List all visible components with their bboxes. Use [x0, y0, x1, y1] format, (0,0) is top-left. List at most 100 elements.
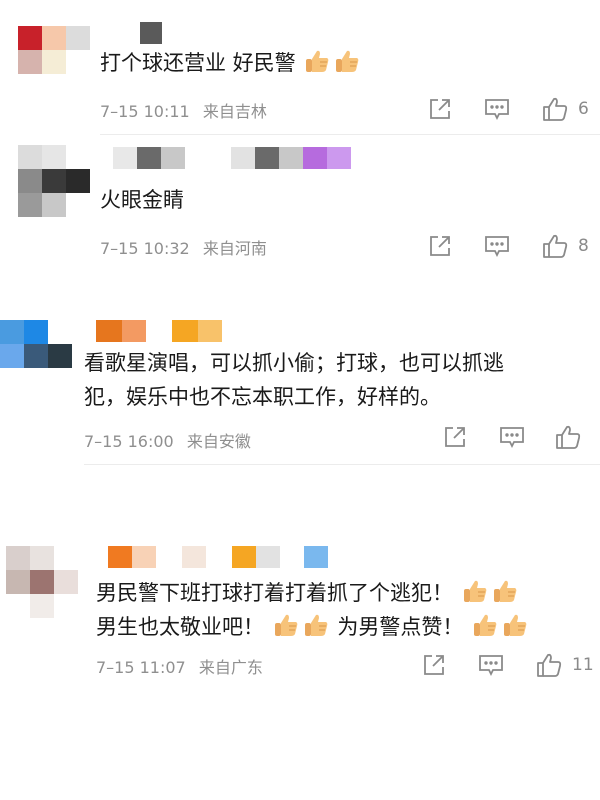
username-mosaic[interactable] — [108, 546, 328, 568]
comment-actions: 11 — [422, 652, 594, 678]
avatar-pixel — [0, 320, 24, 344]
comment-button[interactable] — [484, 234, 510, 258]
name-pixel — [172, 320, 198, 342]
comment-item: 火眼金睛 7–15 10:32 来自河南 8 — [0, 135, 600, 280]
avatar-pixel — [30, 546, 54, 570]
thumbs-up-emoji — [336, 50, 359, 72]
comment-meta: 7–15 10:32 来自河南 — [100, 235, 267, 259]
avatar-pixel — [18, 50, 42, 74]
like-button[interactable]: 8 — [542, 233, 589, 259]
comment-button[interactable] — [484, 97, 510, 121]
share-button[interactable] — [428, 97, 452, 121]
comment-time: 7–15 11:07 — [96, 658, 186, 677]
comment-time: 7–15 10:11 — [100, 102, 190, 121]
thumbs-up-emoji — [306, 50, 329, 72]
avatar-pixel — [18, 145, 42, 169]
thumbs-up-emoji — [463, 580, 487, 602]
avatar-pixel — [6, 594, 30, 618]
comment-meta: 7–15 16:00 来自安徽 — [84, 428, 251, 452]
username-mosaic[interactable] — [140, 22, 162, 44]
avatar-pixel — [30, 570, 54, 594]
name-pixel — [108, 546, 132, 568]
like-count: 11 — [572, 655, 594, 675]
comment-actions: 8 — [428, 233, 589, 259]
like-button[interactable] — [555, 424, 581, 450]
avatar[interactable] — [0, 320, 72, 368]
comment-location: 来自河南 — [202, 239, 267, 258]
name-pixel — [156, 546, 182, 568]
comment-meta: 7–15 11:07 来自广东 — [96, 654, 263, 678]
avatar-pixel — [42, 169, 66, 193]
avatar-pixel — [6, 546, 30, 570]
name-pixel — [137, 147, 161, 169]
share-button[interactable] — [428, 234, 452, 258]
name-pixel — [132, 546, 156, 568]
avatar[interactable] — [18, 145, 90, 217]
comment-actions: 6 — [428, 96, 589, 122]
thumbs-up-emoji — [493, 580, 517, 602]
avatar-pixel — [42, 193, 66, 217]
comment-time: 7–15 16:00 — [84, 432, 174, 451]
name-pixel — [185, 147, 231, 169]
comment-text: 火眼金睛 — [100, 188, 184, 212]
comment-location: 来自广东 — [198, 658, 263, 677]
avatar-pixel — [48, 320, 72, 344]
avatar-pixel — [66, 26, 90, 50]
username-mosaic[interactable] — [113, 147, 351, 169]
comment-icon — [485, 236, 509, 258]
comment-location: 来自吉林 — [202, 102, 267, 121]
thumbs-up-emoji — [504, 614, 527, 636]
comment-time: 7–15 10:32 — [100, 239, 190, 258]
name-pixel — [140, 22, 162, 44]
comment-icon — [479, 655, 503, 677]
share-button[interactable] — [422, 653, 446, 677]
avatar-pixel — [66, 50, 90, 74]
like-count: 6 — [578, 99, 589, 119]
name-pixel — [182, 546, 206, 568]
avatar-pixel — [30, 594, 54, 618]
like-count: 8 — [578, 236, 589, 256]
comment-icon — [500, 427, 524, 449]
name-pixel — [231, 147, 255, 169]
comment-button[interactable] — [499, 425, 525, 449]
name-pixel — [303, 147, 327, 169]
comment-button[interactable] — [478, 653, 504, 677]
name-pixel — [255, 147, 279, 169]
avatar-pixel — [48, 344, 72, 368]
thumbs-up-emoji — [474, 614, 497, 636]
comment-text: 看歌星演唱，可以抓小偷；打球，也可以抓逃 犯，娱乐中也不忘本职工作，好样的。 — [84, 351, 504, 409]
thumbs-up-emoji — [304, 614, 328, 636]
share-button[interactable] — [443, 425, 467, 449]
comment-icon — [485, 99, 509, 121]
avatar-pixel — [42, 26, 66, 50]
username-mosaic[interactable] — [96, 320, 222, 342]
comment-actions — [443, 424, 581, 450]
like-button[interactable]: 6 — [542, 96, 589, 122]
name-pixel — [206, 546, 232, 568]
avatar-pixel — [6, 570, 30, 594]
share-icon — [430, 99, 450, 119]
avatar-pixel — [18, 169, 42, 193]
thumbs-up-icon — [543, 234, 568, 258]
name-pixel — [280, 546, 304, 568]
avatar-pixel — [18, 193, 42, 217]
name-pixel — [232, 546, 256, 568]
thumbs-up-icon — [543, 97, 568, 121]
comment-text: 打个球还营业 好民警 — [100, 46, 362, 80]
avatar[interactable] — [18, 26, 90, 74]
avatar-pixel — [66, 145, 90, 169]
avatar-pixel — [54, 546, 78, 570]
name-pixel — [198, 320, 222, 342]
share-icon — [445, 427, 465, 447]
avatar[interactable] — [6, 546, 78, 618]
share-icon — [424, 655, 444, 675]
thumbs-up-emoji — [274, 614, 298, 636]
avatar-pixel — [54, 594, 78, 618]
name-pixel — [304, 546, 328, 568]
comment-meta: 7–15 10:11 来自吉林 — [100, 98, 267, 122]
like-button[interactable]: 11 — [536, 652, 594, 678]
avatar-pixel — [66, 169, 90, 193]
thumbs-up-icon — [556, 425, 581, 449]
avatar-pixel — [54, 570, 78, 594]
name-pixel — [279, 147, 303, 169]
